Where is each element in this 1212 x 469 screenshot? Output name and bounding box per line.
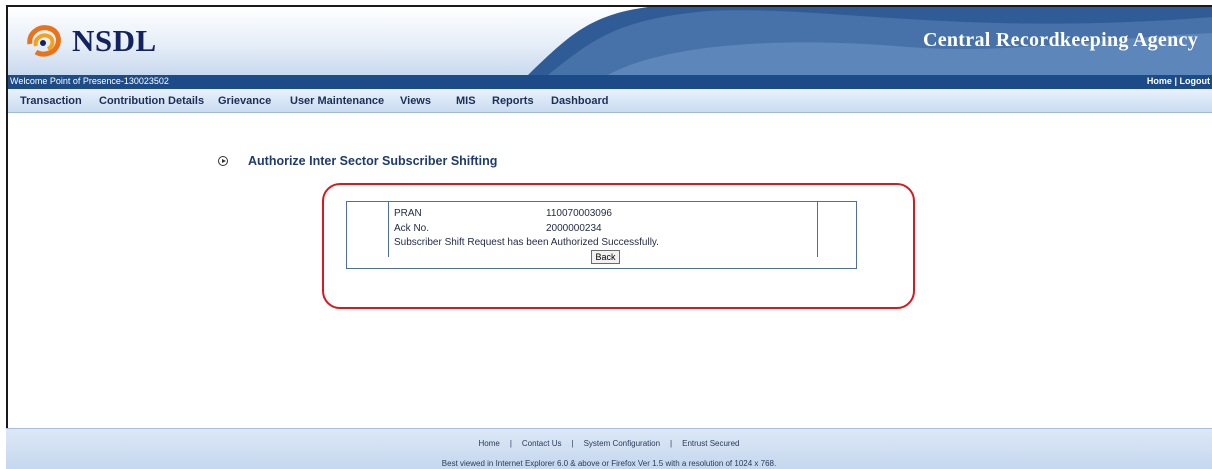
footer-separator: | [571,439,574,448]
success-message: Subscriber Shift Request has been Author… [394,237,659,248]
welcome-bar: Welcome Point of Presence-130023502 Home… [8,75,1212,89]
menu-item-mis[interactable]: MIS [456,95,476,107]
menu-item-dashboard[interactable]: Dashboard [551,95,608,107]
menu-item-user-maintenance[interactable]: User Maintenance [290,95,384,107]
footer-link-home[interactable]: Home [478,439,499,448]
logo-text: NSDL [72,23,157,58]
menu-item-contribution-details[interactable]: Contribution Details [99,95,204,107]
nsdl-logo-icon [27,25,61,57]
menu-item-views[interactable]: Views [400,95,431,107]
pran-value: 110070003096 [546,208,612,219]
circle-arrow-bullet-icon [218,156,228,166]
welcome-text: Welcome Point of Presence-130023502 [10,76,169,86]
top-link-separator: | [1174,76,1177,86]
main-menu: Transaction Contribution Details Grievan… [8,89,1212,113]
pran-label: PRAN [394,208,422,219]
menu-item-grievance[interactable]: Grievance [218,95,271,107]
footer-browser-note: Best viewed in Internet Explorer 6.0 & a… [441,459,777,468]
page-heading: Authorize Inter Sector Subscriber Shifti… [218,154,497,168]
footer-links: Home | Contact Us | System Configuration | Ent… [6,439,1212,448]
header-banner: NSDL Central Recordkeeping Agency [8,7,1212,75]
footer: Home | Contact Us | System Configuration | Ent… [6,428,1212,469]
footer-separator: | [670,439,673,448]
agency-name: Central Recordkeeping Agency [922,29,1198,51]
logout-link[interactable]: Logout [1180,76,1211,86]
footer-link-contact-us[interactable]: Contact Us [522,439,562,448]
footer-separator: | [509,439,512,448]
ack-value: 2000000234 [546,223,602,234]
menu-item-reports[interactable]: Reports [492,95,534,107]
footer-link-entrust-secured[interactable]: Entrust Secured [682,439,739,448]
nsdl-logo[interactable]: NSDL [26,23,157,59]
footer-link-system-configuration[interactable]: System Configuration [584,439,660,448]
ack-label: Ack No. [394,223,430,234]
home-link[interactable]: Home [1147,76,1172,86]
menu-item-transaction[interactable]: Transaction [20,95,82,107]
page-title: Authorize Inter Sector Subscriber Shifti… [248,154,498,168]
back-button[interactable]: Back [591,250,620,264]
top-links: Home | Logout [1147,76,1210,86]
